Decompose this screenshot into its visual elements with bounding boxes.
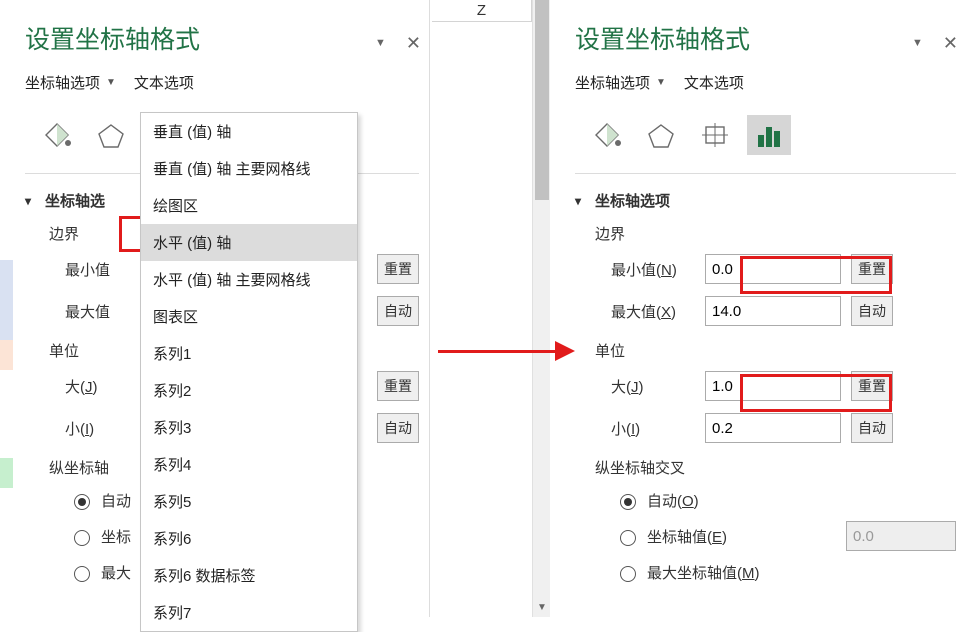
chevron-down-icon: ▾: [575, 194, 589, 208]
radio-label: 自动: [101, 490, 131, 511]
pane-title: 设置坐标轴格式: [15, 0, 210, 66]
reset-button[interactable]: 重置: [851, 254, 893, 284]
label-minor-unit: 小(I): [611, 418, 695, 439]
chevron-down-icon: ▾: [25, 194, 39, 208]
label-major-unit: 大(J): [611, 376, 695, 397]
vertical-scrollbar[interactable]: ▼: [532, 0, 550, 617]
tab-label: 坐标轴选项: [575, 72, 650, 93]
annotation-arrow: [438, 345, 578, 359]
tab-axis-options[interactable]: 坐标轴选项 ▼: [25, 72, 116, 93]
label-min: 最小值(N): [611, 259, 695, 280]
axis-element-dropdown: 垂直 (值) 轴 垂直 (值) 轴 主要网格线 绘图区 水平 (值) 轴 水平 …: [140, 112, 358, 632]
group-units: 单位: [575, 332, 956, 365]
dropdown-item[interactable]: 垂直 (值) 轴: [141, 113, 357, 150]
dropdown-item[interactable]: 系列2: [141, 372, 357, 409]
radio-max[interactable]: [620, 566, 636, 582]
sheet-cell-strip: [0, 458, 13, 488]
dropdown-item[interactable]: 系列7: [141, 594, 357, 631]
tab-label: 文本选项: [134, 72, 194, 93]
minor-unit-input[interactable]: [705, 413, 841, 443]
radio-label: 坐标: [101, 526, 131, 547]
reset-button[interactable]: 重置: [377, 254, 419, 284]
label-major-unit: 大(J): [65, 376, 143, 397]
radio-axis-value[interactable]: [74, 530, 90, 546]
dropdown-item[interactable]: 系列1: [141, 335, 357, 372]
radio-max[interactable]: [74, 566, 90, 582]
dropdown-item[interactable]: 水平 (值) 轴 主要网格线: [141, 261, 357, 298]
tab-text-options[interactable]: 文本选项: [134, 72, 194, 93]
tab-label: 坐标轴选项: [25, 72, 100, 93]
fill-icon[interactable]: [35, 115, 79, 155]
dropdown-item[interactable]: 系列6: [141, 520, 357, 557]
label-minor-unit: 小(I): [65, 418, 143, 439]
dropdown-item-selected[interactable]: 水平 (值) 轴: [141, 224, 357, 261]
scrollbar-thumb[interactable]: [535, 0, 549, 200]
radio-label: 最大: [101, 562, 131, 583]
close-icon[interactable]: ✕: [398, 33, 429, 54]
radio-label: 最大坐标轴值(M): [647, 562, 760, 583]
group-crosses: 纵坐标轴交叉: [575, 449, 956, 482]
dropdown-item[interactable]: 图表区: [141, 298, 357, 335]
category-icons: [575, 101, 956, 174]
sheet-cell-strip: [0, 260, 13, 340]
effects-icon[interactable]: [89, 115, 133, 155]
format-axis-pane-left: 设置坐标轴格式 ▼ ✕ 坐标轴选项 ▼ 文本选项 ▾ 坐标轴选: [15, 0, 430, 617]
radio-axis-value[interactable]: [620, 530, 636, 546]
section-label: 坐标轴选: [45, 190, 105, 211]
chevron-down-icon: ▼: [656, 77, 666, 88]
pane-title: 设置坐标轴格式: [565, 0, 760, 66]
section-label: 坐标轴选项: [595, 190, 670, 211]
radio-auto[interactable]: [74, 494, 90, 510]
radio-label: 自动(O): [647, 490, 699, 511]
dropdown-item[interactable]: 系列3: [141, 409, 357, 446]
tab-text-options[interactable]: 文本选项: [684, 72, 744, 93]
max-input[interactable]: [705, 296, 841, 326]
dropdown-item[interactable]: 垂直 (值) 轴 主要网格线: [141, 150, 357, 187]
auto-button[interactable]: 自动: [851, 413, 893, 443]
size-icon[interactable]: [693, 115, 737, 155]
scroll-down-icon[interactable]: ▼: [533, 599, 551, 617]
group-bounds: 边界: [575, 215, 956, 248]
label-max: 最大值(X): [611, 301, 695, 322]
radio-label: 坐标轴值(E): [647, 526, 727, 547]
close-icon[interactable]: ✕: [935, 33, 966, 54]
pane-menu-dropdown[interactable]: ▼: [900, 37, 935, 49]
axis-value-input: [846, 521, 956, 551]
auto-button[interactable]: 自动: [377, 296, 419, 326]
tab-label: 文本选项: [684, 72, 744, 93]
major-unit-input[interactable]: [705, 371, 841, 401]
dropdown-item[interactable]: 系列4: [141, 446, 357, 483]
dropdown-item[interactable]: 系列5: [141, 483, 357, 520]
column-header[interactable]: Z: [432, 0, 532, 22]
tab-axis-options[interactable]: 坐标轴选项 ▼: [575, 72, 666, 93]
reset-button[interactable]: 重置: [377, 371, 419, 401]
section-axis-options-header[interactable]: ▾ 坐标轴选项: [575, 186, 956, 215]
format-axis-pane-right: 设置坐标轴格式 ▼ ✕ 坐标轴选项 ▼ 文本选项 ▾ 坐标轴选项: [565, 0, 966, 617]
auto-button[interactable]: 自动: [851, 296, 893, 326]
column-letter: Z: [477, 2, 486, 19]
min-input[interactable]: [705, 254, 841, 284]
effects-icon[interactable]: [639, 115, 683, 155]
dropdown-item[interactable]: 绘图区: [141, 187, 357, 224]
reset-button[interactable]: 重置: [851, 371, 893, 401]
pane-menu-dropdown[interactable]: ▼: [363, 37, 398, 49]
chevron-down-icon: ▼: [106, 77, 116, 88]
dropdown-item[interactable]: 系列6 数据标签: [141, 557, 357, 594]
fill-icon[interactable]: [585, 115, 629, 155]
label-min: 最小值: [65, 259, 143, 280]
radio-auto[interactable]: [620, 494, 636, 510]
sheet-cell-strip: [0, 340, 13, 370]
chart-icon[interactable]: [747, 115, 791, 155]
label-max: 最大值: [65, 301, 143, 322]
auto-button[interactable]: 自动: [377, 413, 419, 443]
